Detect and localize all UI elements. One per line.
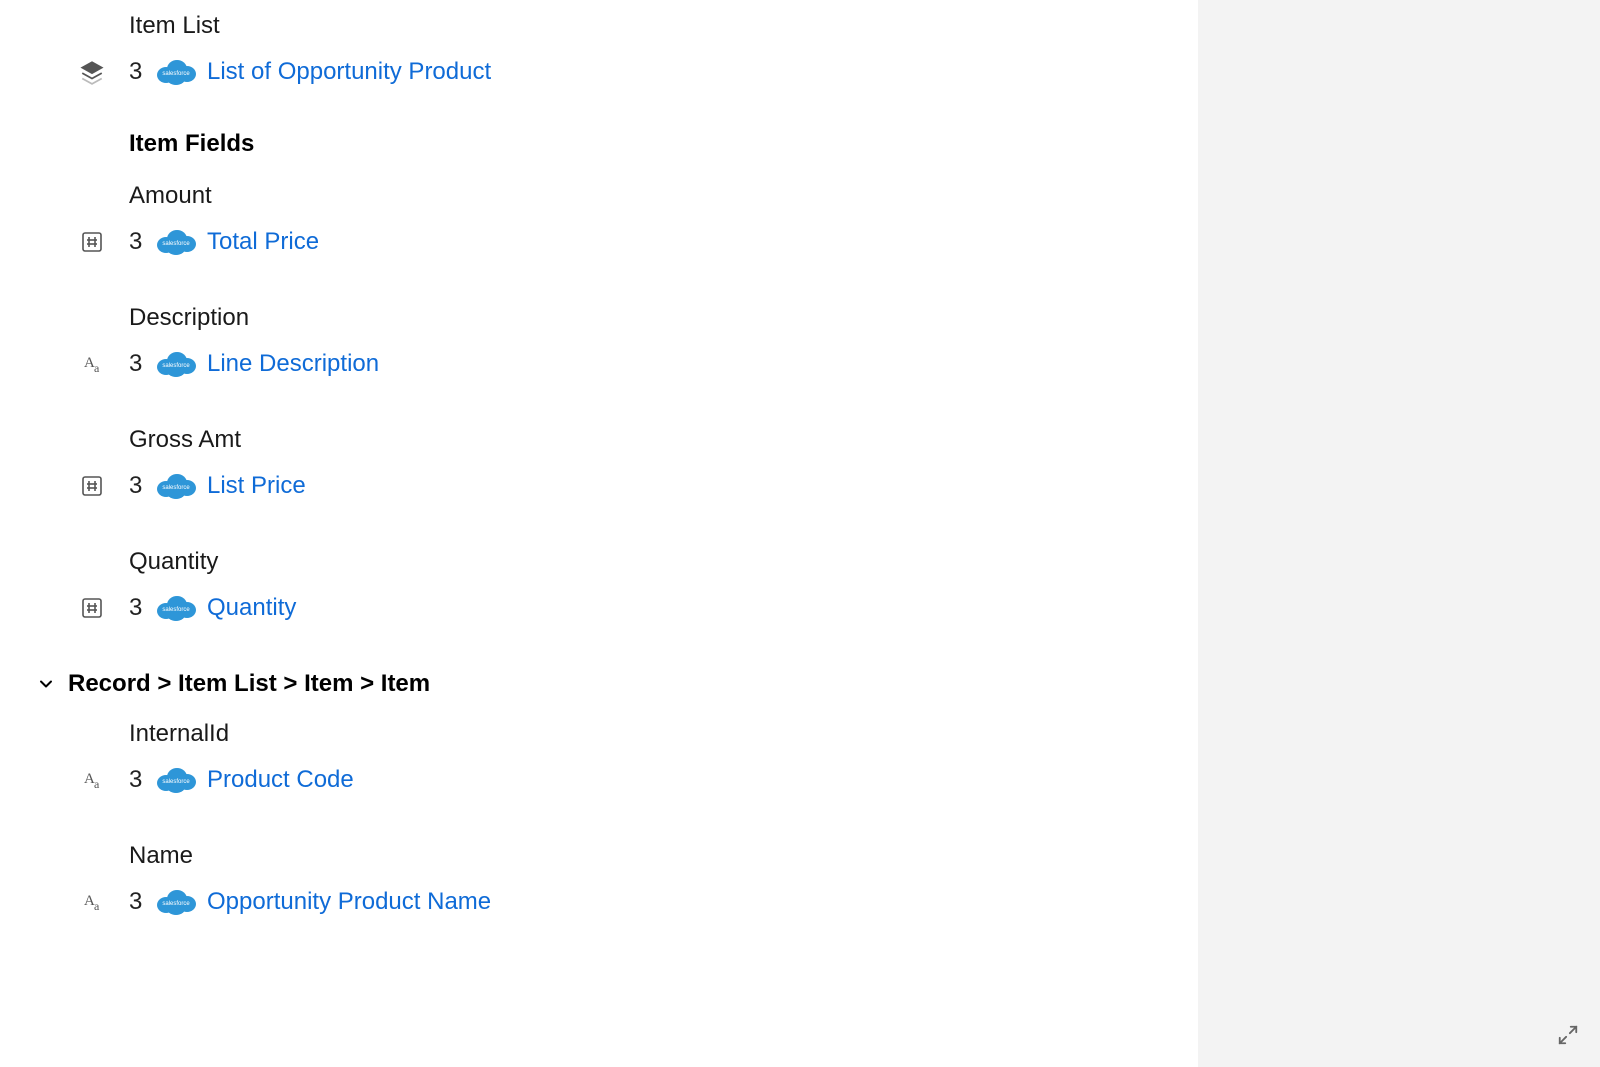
svg-text:salesforce: salesforce <box>162 779 190 785</box>
number-icon <box>78 228 106 256</box>
salesforce-icon: salesforce <box>155 57 197 87</box>
item-list-label: Item List <box>129 12 1198 40</box>
step-number: 3 <box>129 594 153 622</box>
field-label: Gross Amt <box>129 426 1198 454</box>
svg-text:a: a <box>94 899 100 913</box>
text-icon: Aa <box>78 888 106 916</box>
field-label: Quantity <box>129 548 1198 576</box>
chevron-down-icon[interactable] <box>34 672 58 696</box>
step-number: 3 <box>129 766 153 794</box>
mapping-row: 3 salesforce List Price <box>0 468 1198 504</box>
mapping-link[interactable]: Line Description <box>207 350 379 378</box>
svg-text:salesforce: salesforce <box>162 71 190 77</box>
step-number: 3 <box>129 350 153 378</box>
field-block: Amount 3 salesforce Total Price <box>0 182 1198 260</box>
step-number: 3 <box>129 58 153 86</box>
item-list-block: Item List 3 <box>0 12 1198 90</box>
number-icon <box>78 472 106 500</box>
step-number: 3 <box>129 888 153 916</box>
text-icon: Aa <box>78 350 106 378</box>
salesforce-icon: salesforce <box>155 349 197 379</box>
text-icon: Aa <box>78 766 106 794</box>
salesforce-icon: salesforce <box>155 765 197 795</box>
field-block: Gross Amt 3 salesforce List Price <box>0 426 1198 504</box>
layers-icon <box>78 58 106 86</box>
field-label: InternalId <box>129 720 1198 748</box>
svg-text:salesforce: salesforce <box>162 363 190 369</box>
svg-text:salesforce: salesforce <box>162 901 190 907</box>
field-label: Description <box>129 304 1198 332</box>
mapping-row: 3 salesforce Total Price <box>0 224 1198 260</box>
field-block: Name Aa 3 salesforce Opportunity Product Nam… <box>0 842 1198 920</box>
mapping-link[interactable]: List Price <box>207 472 306 500</box>
mapping-row: 3 salesforce List of Opportunity Product <box>0 54 1198 90</box>
svg-text:a: a <box>94 361 100 375</box>
salesforce-icon: salesforce <box>155 887 197 917</box>
mapping-link[interactable]: List of Opportunity Product <box>207 58 491 86</box>
main-area: Item List 3 <box>0 0 1198 1067</box>
number-icon <box>78 594 106 622</box>
svg-text:salesforce: salesforce <box>162 241 190 247</box>
mapping-link[interactable]: Opportunity Product Name <box>207 888 491 916</box>
salesforce-icon: salesforce <box>155 227 197 257</box>
mapping-row: Aa 3 salesforce Line Description <box>0 346 1198 382</box>
mapping-link[interactable]: Product Code <box>207 766 354 794</box>
salesforce-icon: salesforce <box>155 593 197 623</box>
breadcrumb-row[interactable]: Record > Item List > Item > Item <box>0 670 1198 698</box>
salesforce-icon: salesforce <box>155 471 197 501</box>
svg-text:salesforce: salesforce <box>162 485 190 491</box>
expand-icon[interactable] <box>1554 1021 1582 1049</box>
mapping-row: Aa 3 salesforce Opportunity Product Name <box>0 884 1198 920</box>
mapping-link[interactable]: Total Price <box>207 228 319 256</box>
mapping-link[interactable]: Quantity <box>207 594 296 622</box>
step-number: 3 <box>129 472 153 500</box>
field-block: Quantity 3 salesforce Quantity <box>0 548 1198 626</box>
field-label: Name <box>129 842 1198 870</box>
field-block: InternalId Aa 3 salesforce Product Code <box>0 720 1198 798</box>
svg-text:salesforce: salesforce <box>162 607 190 613</box>
mapping-row: Aa 3 salesforce Product Code <box>0 762 1198 798</box>
side-panel <box>1198 0 1600 1067</box>
field-label: Amount <box>129 182 1198 210</box>
svg-text:a: a <box>94 777 100 791</box>
breadcrumb-text: Record > Item List > Item > Item <box>68 670 430 698</box>
step-number: 3 <box>129 228 153 256</box>
field-block: Description Aa 3 salesforce Line Description <box>0 304 1198 382</box>
mapping-row: 3 salesforce Quantity <box>0 590 1198 626</box>
item-fields-header: Item Fields <box>129 130 1198 158</box>
